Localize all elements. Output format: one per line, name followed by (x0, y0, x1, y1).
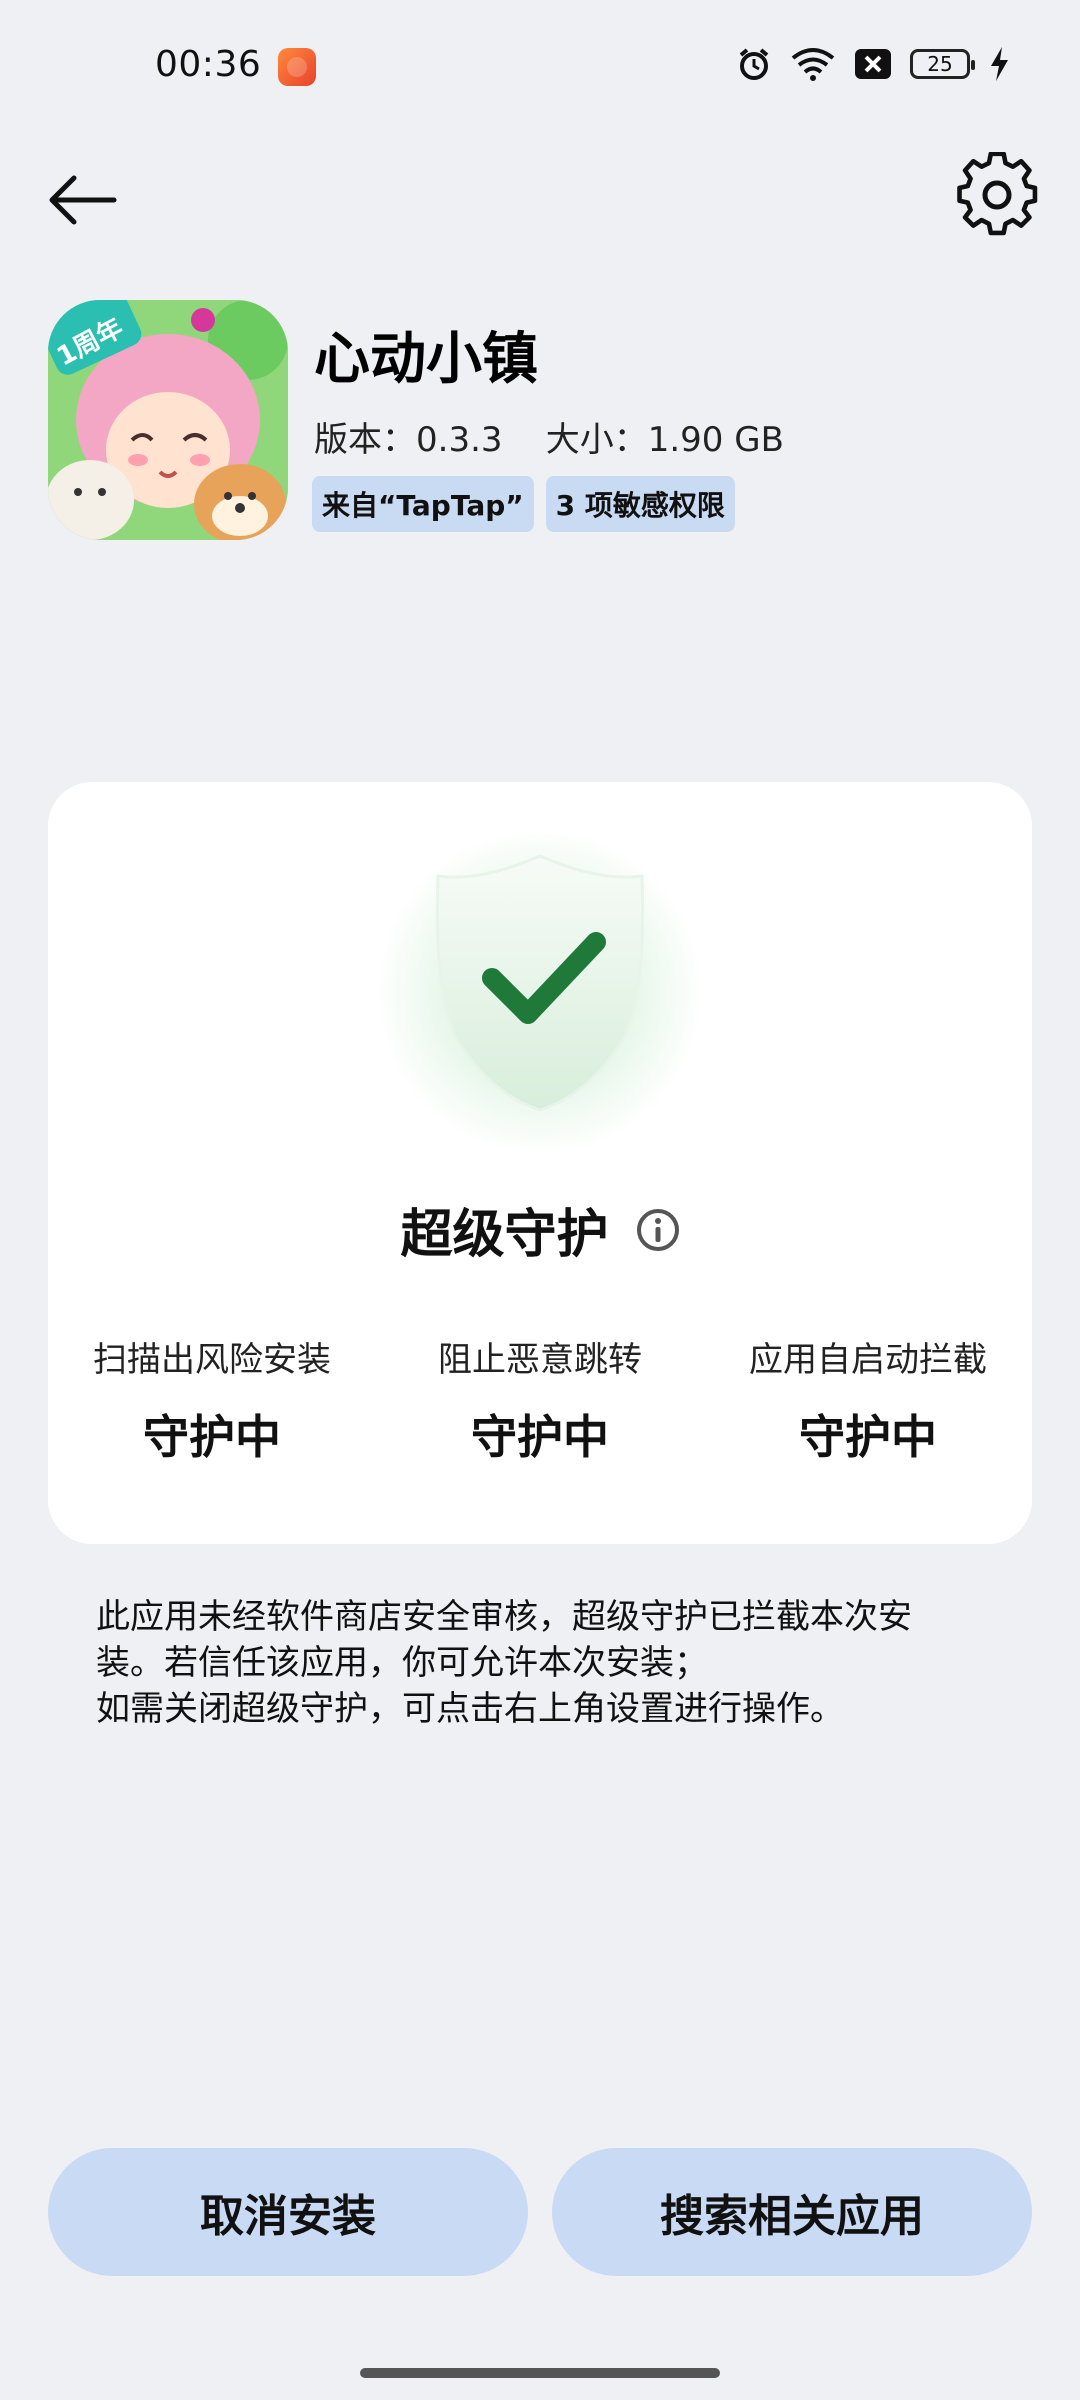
feature-label: 扫描出风险安装 (93, 1340, 331, 1380)
feature-label: 阻止恶意跳转 (438, 1340, 642, 1380)
shield-graphic (370, 832, 710, 1152)
search-related-apps-button[interactable]: 搜索相关应用 (552, 2148, 1032, 2276)
info-icon[interactable] (636, 1208, 680, 1252)
protection-features: 扫描出风险安装 守护中 阻止恶意跳转 守护中 应用自启动拦截 守护中 (48, 1332, 1032, 1467)
app-tags: 来自“TapTap” 3 项敏感权限 (312, 476, 735, 532)
feature-block-redirect: 阻止恶意跳转 守护中 (376, 1332, 704, 1467)
home-indicator[interactable] (360, 2368, 720, 2378)
feature-status: 守护中 (471, 1410, 609, 1464)
battery-level: 25 (927, 52, 953, 76)
arrow-left-icon (49, 175, 117, 225)
feature-status: 守护中 (143, 1410, 281, 1464)
feature-autostart-block: 应用自启动拦截 守护中 (704, 1332, 1032, 1467)
protection-title: 超级守护 (400, 1205, 609, 1265)
app-meta: 版本：0.3.3 大小：1.90 GB (314, 420, 784, 460)
alarm-icon (739, 48, 769, 80)
top-bar (0, 136, 1080, 236)
cancel-install-button[interactable]: 取消安装 (48, 2148, 528, 2276)
status-bar: 00:36 25 (0, 0, 1080, 136)
status-time: 00:36 (155, 44, 262, 85)
app-icon: 1周年 (48, 300, 288, 540)
wifi-icon (791, 48, 835, 81)
notice-text: 此应用未经软件商店安全审核，超级守护已拦截本次安 装。若信任该应用，你可允许本次… (96, 1594, 996, 1732)
charging-icon (991, 47, 1008, 81)
back-button[interactable] (40, 158, 124, 242)
status-icons: 25 (736, 46, 1010, 82)
app-header: 1周年 心动小镇 版本：0.3.3 大小：1.90 GB 来自“TapTap” … (48, 300, 1048, 540)
notice-line: 如需关闭超级守护，可点击右上角设置进行操作。 (96, 1689, 844, 1729)
tag-permissions[interactable]: 3 项敏感权限 (545, 476, 735, 532)
sim-disabled-icon (855, 49, 891, 79)
app-name: 心动小镇 (314, 327, 538, 392)
shield-check-icon (435, 854, 645, 1112)
tag-source[interactable]: 来自“TapTap” (312, 476, 534, 532)
settings-button[interactable] (954, 152, 1040, 238)
notice-line: 此应用未经软件商店安全审核，超级守护已拦截本次安 (96, 1597, 912, 1637)
gear-icon (957, 152, 1038, 236)
feature-label: 应用自启动拦截 (749, 1340, 987, 1380)
battery-icon: 25 (910, 49, 975, 79)
feature-risk-scan: 扫描出风险安装 守护中 (48, 1332, 376, 1467)
protection-card: 超级守护 扫描出风险安装 守护中 阻止恶意跳转 守护中 应用自启动拦截 守护中 (48, 782, 1032, 1544)
notice-line: 装。若信任该应用，你可允许本次安装； (96, 1643, 708, 1683)
protection-title-row: 超级守护 (48, 1192, 1032, 1267)
app-notification-icon (278, 48, 316, 86)
feature-status: 守护中 (799, 1410, 937, 1464)
